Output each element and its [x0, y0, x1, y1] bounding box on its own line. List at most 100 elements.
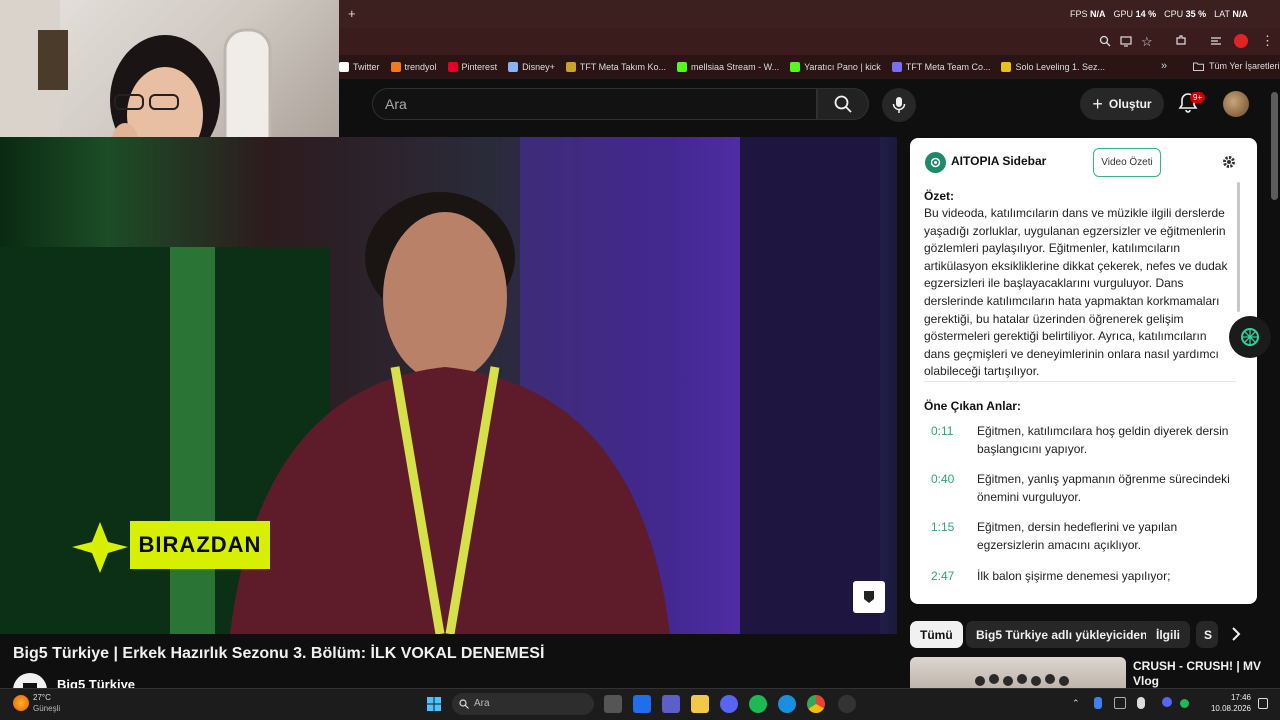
summary-text: Bu videoda, katılımcıların dans ve müzik… — [924, 206, 1228, 379]
profile-icon[interactable] — [1234, 34, 1248, 48]
taskbar-search-icon — [459, 699, 469, 709]
gear-icon[interactable] — [1222, 155, 1236, 169]
create-label: Oluştur — [1108, 97, 1152, 111]
bookmarks-bar: Twitter trendyol Pinterest Disney+ TFT Meta … — [339, 55, 1280, 79]
clock-date[interactable]: 10.08.2026 — [1207, 704, 1251, 713]
chrome-icon[interactable] — [807, 695, 825, 713]
notification-center-icon[interactable] — [1258, 698, 1268, 709]
bookmark-label: trendyol — [404, 62, 437, 72]
aitopia-scrollbar[interactable] — [1237, 182, 1240, 312]
folder-icon — [1193, 62, 1204, 71]
bluetooth-icon[interactable] — [1094, 697, 1102, 709]
windows-start-icon[interactable] — [427, 697, 441, 711]
search-input[interactable]: Ara — [372, 88, 817, 120]
install-icon[interactable] — [1120, 35, 1132, 47]
highlight-text: Eğitmen, dersin hedeflerini ve yapılan e… — [977, 520, 1178, 552]
zoom-icon[interactable] — [1099, 35, 1111, 47]
summary-heading: Özet: — [924, 189, 954, 203]
video-title: Big5 Türkiye | Erkek Hazırlık Sezonu 3. … — [13, 645, 545, 662]
plus-icon: + — [1092, 94, 1103, 114]
new-tab-button[interactable]: + — [348, 6, 356, 21]
gpu-stat: GPU 14 % — [1113, 9, 1157, 19]
spotify-tray-icon[interactable] — [1180, 699, 1189, 708]
avatar[interactable] — [1223, 91, 1249, 117]
highlight-timestamp[interactable]: 0:40 — [931, 472, 954, 486]
chip-uploader[interactable]: Big5 Türkiye adlı yükleyiciden — [966, 621, 1158, 648]
bookmark-item[interactable]: trendyol — [390, 62, 437, 72]
tft-icon — [891, 62, 902, 72]
tray-app-icon[interactable] — [1114, 697, 1126, 709]
kick-icon — [790, 62, 801, 72]
obs-icon[interactable] — [838, 695, 856, 713]
bookmark-item[interactable]: Yaratıcı Pano | kick — [790, 62, 881, 72]
chevron-right-icon[interactable] — [1228, 625, 1244, 643]
task-view-icon[interactable] — [604, 695, 622, 713]
bookmark-label: Disney+ — [522, 62, 555, 72]
highlights-heading: Öne Çıkan Anlar: — [924, 399, 1021, 413]
teams-icon[interactable] — [662, 695, 680, 713]
cpu-stat: CPU 35 % — [1164, 9, 1207, 19]
spotify-icon[interactable] — [749, 695, 767, 713]
bookmark-item[interactable]: Solo Leveling 1. Sez... — [1001, 62, 1105, 72]
channel-watermark-icon[interactable] — [853, 581, 885, 613]
reading-list-icon[interactable] — [1210, 35, 1222, 47]
microphone-tray-icon[interactable] — [1137, 697, 1145, 709]
bookmark-item[interactable]: TFT Meta Team Co... — [891, 62, 990, 72]
trendyol-icon — [390, 62, 401, 72]
clock-time[interactable]: 17:46 — [1211, 693, 1251, 702]
next-video-title[interactable]: CRUSH - CRUSH! | MV Vlog — [1133, 659, 1273, 689]
aitopia-title: AITOPIA Sidebar — [951, 154, 1047, 168]
chip-more[interactable]: S — [1196, 621, 1218, 648]
video-summary-button[interactable]: Video Özeti — [1093, 148, 1161, 177]
create-button[interactable]: + Oluştur — [1080, 88, 1164, 120]
search-icon — [834, 95, 852, 113]
pinterest-icon — [447, 62, 458, 72]
chevron-up-icon[interactable]: ⌃ — [1072, 698, 1080, 709]
all-bookmarks-folder[interactable]: Tüm Yer İşaretleri — [1193, 61, 1280, 71]
edge-icon[interactable] — [778, 695, 796, 713]
bookmark-item[interactable]: Disney+ — [508, 62, 555, 72]
highlight-timestamp[interactable]: 2:47 — [931, 569, 954, 583]
weather-description: Güneşli — [33, 704, 61, 713]
bookmark-label: mellsiaa Stream - W... — [691, 62, 780, 72]
browser-toolbar: ☆ ⋮ — [339, 28, 1280, 55]
aitopia-launcher-icon — [1241, 328, 1259, 346]
voice-search-button[interactable] — [882, 88, 916, 122]
bookmark-item[interactable]: TFT Meta Takım Ko... — [565, 62, 667, 72]
file-explorer-icon[interactable] — [691, 695, 709, 713]
chip-all[interactable]: Tümü — [910, 621, 963, 648]
taskbar-search-input[interactable]: Ara — [452, 693, 594, 715]
lat-stat: LAT N/A — [1214, 9, 1248, 19]
bookmark-item[interactable]: mellsiaa Stream - W... — [677, 62, 779, 72]
discord-icon[interactable] — [720, 695, 738, 713]
bookmark-label: TFT Meta Takım Ko... — [579, 62, 667, 72]
bookmark-item[interactable]: Pinterest — [447, 62, 498, 72]
notification-badge: 9+ — [1190, 92, 1206, 103]
tft-icon — [565, 62, 576, 72]
highlight-timestamp[interactable]: 1:15 — [931, 520, 954, 534]
star-icon[interactable]: ☆ — [1141, 34, 1153, 50]
globe-icon — [508, 62, 519, 72]
highlight-timestamp[interactable]: 0:11 — [931, 424, 953, 438]
bookmark-label: Yaratıcı Pano | kick — [804, 62, 881, 72]
kick-icon — [677, 62, 688, 72]
bookmark-item[interactable]: Twitter — [339, 62, 380, 72]
extensions-icon[interactable] — [1175, 34, 1187, 46]
discord-tray-icon[interactable] — [1162, 697, 1172, 707]
highlight-text: Eğitmen, yanlış yapmanın öğrenme sürecin… — [977, 472, 1230, 504]
chip-related[interactable]: İlgili — [1146, 621, 1190, 648]
weather-temperature: 27°C — [33, 693, 51, 702]
page-scrollbar[interactable] — [1271, 92, 1278, 200]
chevron-more-icon[interactable]: » — [1161, 60, 1167, 72]
bookmark-label: Twitter — [353, 62, 380, 72]
fps-stat: FPS N/A — [1070, 9, 1106, 19]
highlight-text: Eğitmen, katılımcılara hoş geldin diyere… — [977, 424, 1229, 456]
upcoming-badge: BIRAZDAN — [130, 521, 270, 569]
store-icon[interactable] — [633, 695, 651, 713]
bookmark-label: Pinterest — [461, 62, 498, 72]
menu-icon[interactable]: ⋮ — [1261, 33, 1274, 49]
aitopia-logo-icon — [925, 152, 946, 173]
weather-icon[interactable] — [13, 695, 29, 711]
search-button[interactable] — [817, 88, 869, 120]
aitopia-launcher-button[interactable] — [1229, 316, 1271, 358]
